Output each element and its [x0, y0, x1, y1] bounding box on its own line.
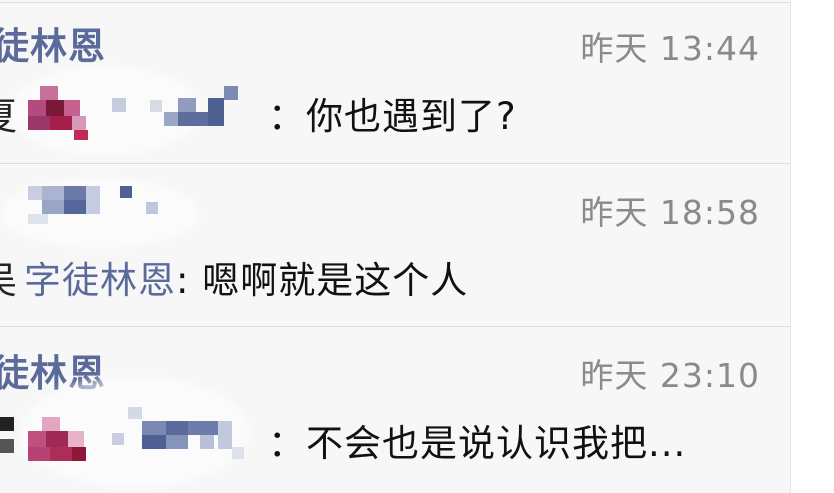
message-preview: 字徒林恩: 嗯啊就是这个人: [24, 250, 468, 304]
conversation-row[interactable]: 徒林恩 昨天 13:44 夏 ：你也遇到了?: [0, 0, 790, 162]
message-text: : 嗯啊就是这个人: [176, 259, 469, 302]
message-preview: ：你也遇到了?: [268, 95, 517, 138]
conversation-row[interactable]: 昨天 18:58 吴 字徒林恩: 嗯啊就是这个人: [0, 164, 790, 326]
preview-prefix: 夏: [0, 86, 17, 140]
redacted-sender-name: [28, 182, 168, 226]
redacted-name: [112, 84, 242, 130]
redacted-avatar: [28, 86, 88, 140]
mentioned-name: 字徒林恩: [24, 259, 176, 302]
preview-prefix: 吴: [0, 250, 17, 304]
conversation-row[interactable]: 徒林恩 昨天 23:10 ：不会也是说认识我把...: [0, 327, 790, 489]
sender-name: 徒林恩: [0, 25, 106, 68]
timestamp: 昨天 13:44: [580, 29, 760, 68]
conversation-list: 徒林恩 昨天 13:44 夏 ：你也遇到了?: [0, 0, 790, 493]
timestamp: 昨天 18:58: [580, 193, 760, 232]
message-preview: ：不会也是说认识我把...: [268, 422, 687, 465]
right-panel-edge: [790, 0, 834, 493]
redacted-avatar: [28, 411, 90, 467]
redacted-name: [112, 407, 244, 459]
redacted-fragment: [0, 417, 16, 457]
timestamp: 昨天 23:10: [580, 356, 760, 395]
